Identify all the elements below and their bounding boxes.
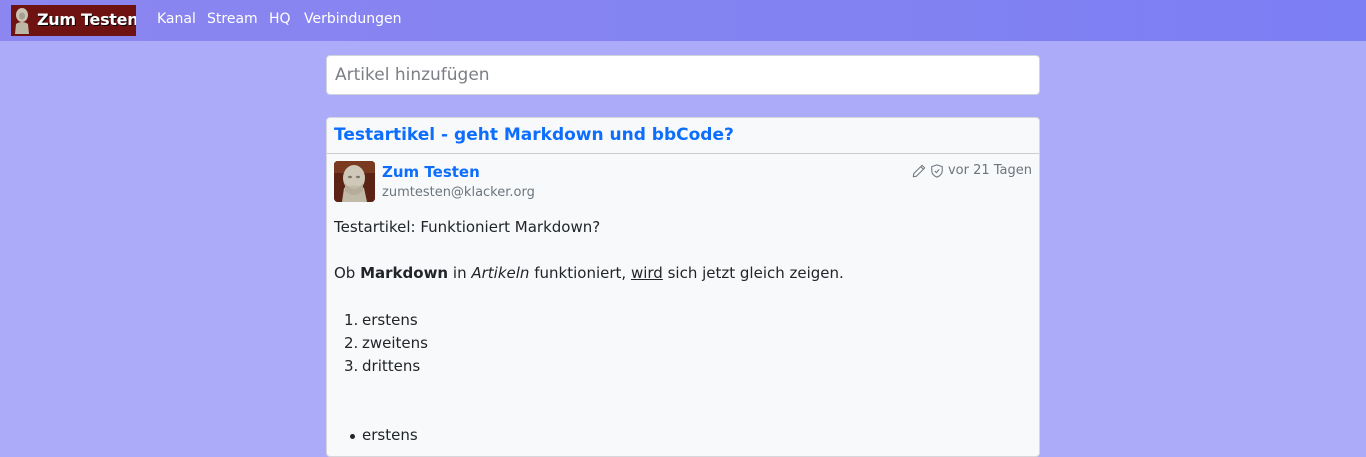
avatar[interactable] [334, 161, 375, 202]
top-navbar: Zum Testen Kanal Stream HQ Verbindungen [0, 0, 1366, 41]
sentence-underline: wird [630, 264, 663, 282]
article-sentence: Ob Markdown in Artikeln funktioniert, wi… [334, 264, 844, 282]
nav-link-hq[interactable]: HQ [269, 11, 291, 27]
ordered-list-item: zweitens [362, 334, 428, 352]
brand-text: Zum Testen [37, 10, 136, 29]
brand-logo-link[interactable]: Zum Testen [11, 5, 136, 36]
list-number: 3. [344, 357, 359, 375]
bust-icon [15, 8, 29, 34]
nav-link-verbindungen[interactable]: Verbindungen [304, 11, 402, 27]
sentence-bold: Markdown [360, 264, 449, 282]
unordered-list-item: erstens [362, 426, 418, 444]
sentence-word: Ob [334, 264, 356, 282]
nav-link-kanal[interactable]: Kanal [157, 11, 196, 27]
pencil-icon[interactable] [912, 164, 926, 178]
sentence-word: in [452, 264, 467, 282]
author-address: zumtesten@klacker.org [382, 185, 535, 200]
ordered-list-item: erstens [362, 311, 418, 329]
author-name[interactable]: Zum Testen [382, 163, 480, 181]
list-number: 2. [344, 334, 359, 352]
ordered-list-item: drittens [362, 357, 421, 375]
add-article-input[interactable] [327, 56, 1039, 94]
sentence-word: funktioniert, [534, 264, 627, 282]
article-card: Testartikel - geht Markdown und bbCode? … [326, 117, 1040, 457]
sentence-italic: Artikeln [471, 264, 530, 282]
list-number: 1. [344, 311, 359, 329]
nav-link-stream[interactable]: Stream [207, 11, 258, 27]
article-timestamp: vor 21 Tagen [947, 163, 1032, 178]
article-card-header: Testartikel - geht Markdown und bbCode? [327, 118, 1039, 154]
author-avatar-icon [334, 161, 375, 202]
sentence-word: sich jetzt gleich zeigen. [667, 264, 844, 282]
article-title[interactable]: Testartikel - geht Markdown und bbCode? [334, 125, 734, 145]
article-composer [326, 55, 1040, 95]
shield-icon[interactable] [930, 163, 944, 178]
article-meta: vor 21 Tagen [912, 163, 1032, 178]
article-intro: Testartikel: Funktioniert Markdown? [334, 218, 601, 236]
